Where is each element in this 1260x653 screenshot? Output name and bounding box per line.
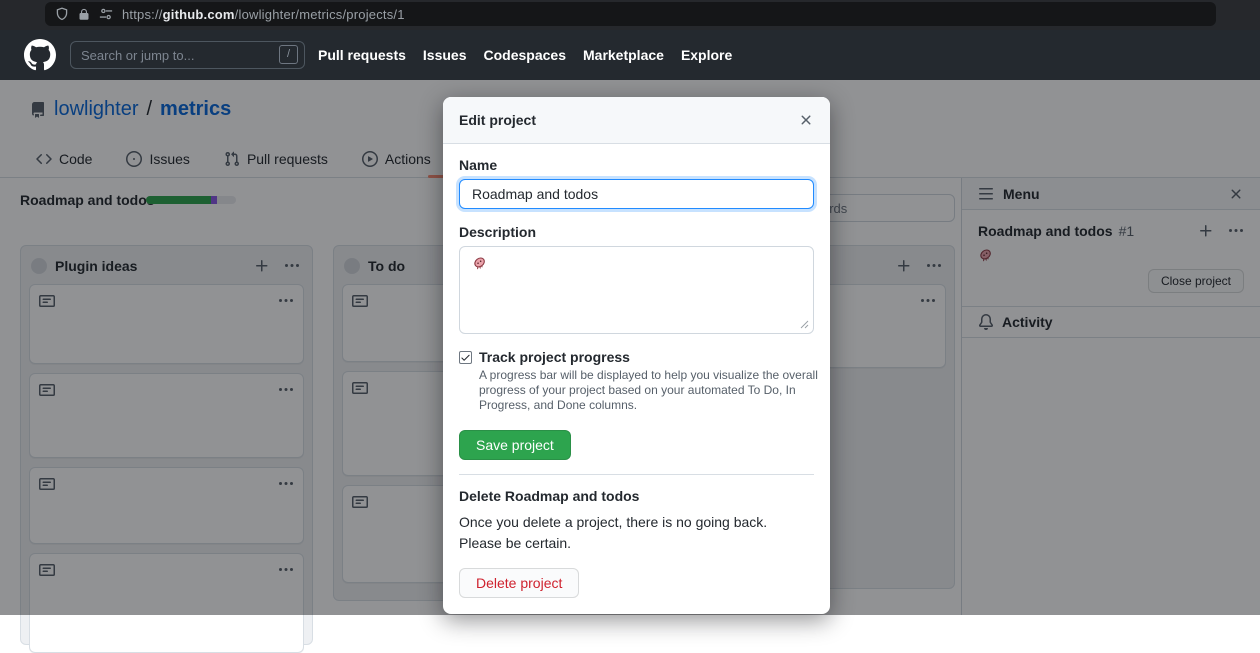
lock-icon[interactable] <box>78 8 90 21</box>
description-label: Description <box>459 224 814 240</box>
modal-title: Edit project <box>459 112 798 128</box>
delete-heading: Delete Roadmap and todos <box>459 488 814 504</box>
address-bar[interactable]: https://github.com/lowlighter/metrics/pr… <box>45 2 1216 26</box>
name-label: Name <box>459 157 814 173</box>
github-logo-icon[interactable] <box>24 39 56 71</box>
shield-icon[interactable] <box>55 7 69 21</box>
project-name-input[interactable] <box>459 179 814 209</box>
save-project-button[interactable]: Save project <box>459 430 571 460</box>
modal-divider <box>459 474 814 475</box>
url-text: https://github.com/lowlighter/metrics/pr… <box>122 7 405 22</box>
nav-marketplace[interactable]: Marketplace <box>583 47 664 63</box>
resize-grip-icon[interactable] <box>800 320 809 329</box>
delete-project-button[interactable]: Delete project <box>459 568 579 598</box>
github-nav: Pull requests Issues Codespaces Marketpl… <box>318 47 732 63</box>
check-icon <box>460 352 471 363</box>
description-emoji <box>472 255 488 271</box>
close-modal-icon[interactable] <box>798 112 814 128</box>
nav-explore[interactable]: Explore <box>681 47 732 63</box>
delete-warning-text: Once you delete a project, there is no g… <box>459 512 789 554</box>
track-progress-label: Track project progress <box>479 349 630 365</box>
browser-chrome: https://github.com/lowlighter/metrics/pr… <box>0 0 1260 30</box>
nav-pull-requests[interactable]: Pull requests <box>318 47 406 63</box>
edit-project-modal: Edit project Name Description Track proj… <box>443 97 830 614</box>
track-progress-help: A progress bar will be displayed to help… <box>479 368 819 413</box>
nav-codespaces[interactable]: Codespaces <box>484 47 566 63</box>
project-description-textarea[interactable] <box>459 246 814 334</box>
nav-issues[interactable]: Issues <box>423 47 467 63</box>
github-header: / Pull requests Issues Codespaces Market… <box>0 30 1260 80</box>
search-input[interactable] <box>70 41 305 69</box>
slash-key-badge: / <box>279 45 298 64</box>
site-settings-icon[interactable] <box>99 7 113 21</box>
track-progress-checkbox[interactable] <box>459 351 472 364</box>
